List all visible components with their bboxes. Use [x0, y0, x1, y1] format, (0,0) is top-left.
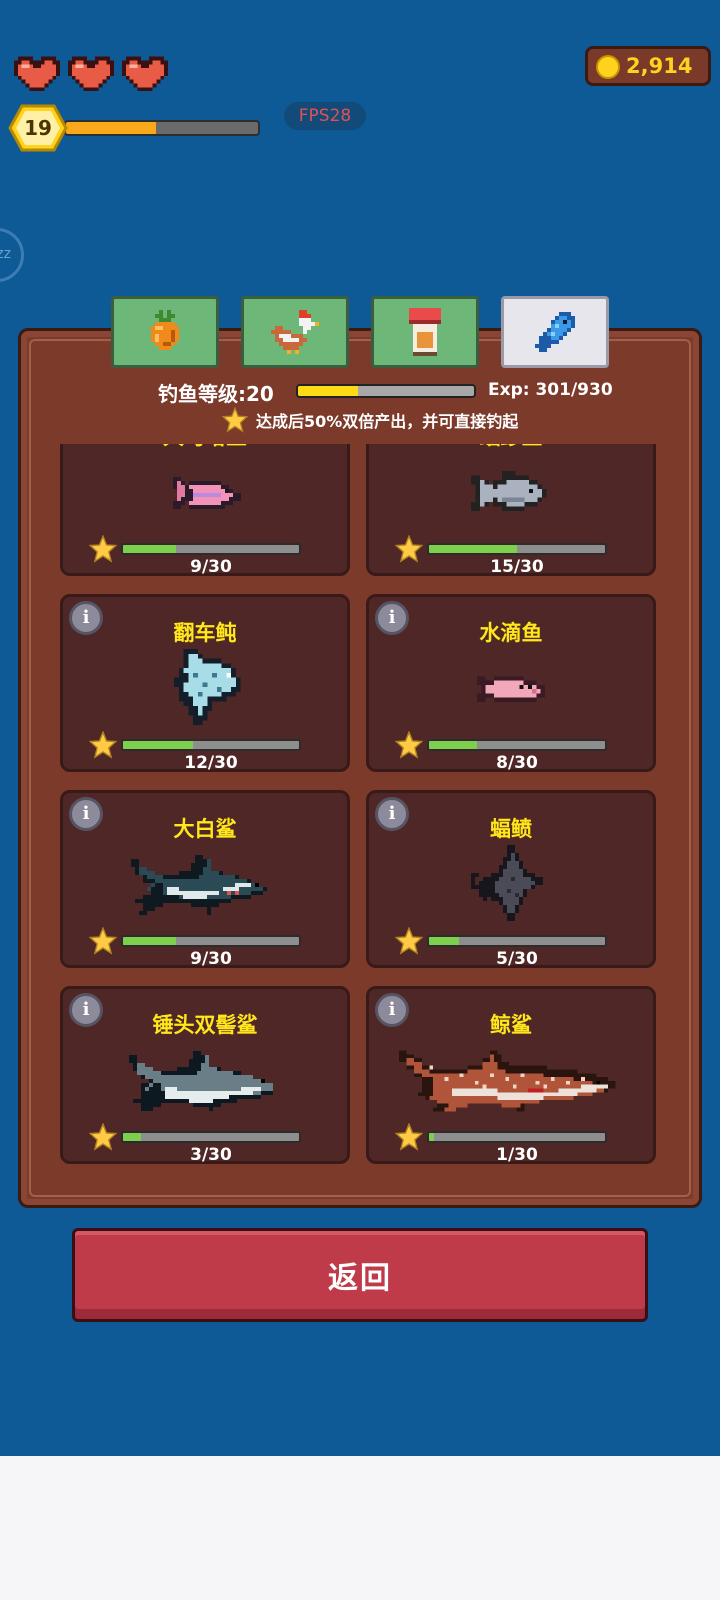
fishing-level-fill	[298, 386, 358, 396]
player-xp-bar	[64, 120, 260, 136]
salmon-icon	[93, 449, 317, 533]
back-button-label: 返回	[328, 1261, 392, 1296]
star-icon	[88, 534, 118, 567]
star-icon	[394, 926, 424, 959]
fish-name: 蝠鲼	[490, 817, 532, 841]
catch-progress-fill	[429, 1133, 435, 1141]
sleep-icon: zz	[0, 246, 11, 262]
fish-card[interactable]: i 蝠鲹鱼 15/30	[366, 444, 656, 577]
catch-progress-fill	[429, 545, 517, 553]
fish-card[interactable]: i 鲸鲨 1/30	[366, 986, 656, 1165]
catch-progress-fill	[429, 741, 477, 749]
tab-crops[interactable]	[111, 296, 219, 368]
star-icon	[88, 1122, 118, 1155]
manta-ray-icon	[399, 841, 623, 925]
bonus-text: 达成后50%双倍产出，并可直接钓起	[256, 412, 519, 431]
fish-icon	[535, 312, 575, 352]
fish-card[interactable]: i 锤头双髻鲨 3/30	[60, 986, 350, 1165]
back-button[interactable]: 返回	[72, 1228, 648, 1322]
fish-card[interactable]: i 蝠鲼 5/30	[366, 790, 656, 969]
tab-fish[interactable]	[501, 296, 609, 368]
fish-card[interactable]: i 大马哈鱼 9/30	[60, 444, 350, 577]
star-icon	[222, 407, 248, 433]
catch-progress-text: 12/30	[184, 753, 238, 773]
chicken-icon	[271, 310, 319, 354]
catch-progress-text: 3/30	[190, 1145, 232, 1165]
fish-name: 鲸鲨	[490, 1013, 532, 1037]
carrot-icon	[151, 310, 179, 350]
player-level-badge: 19	[8, 104, 68, 152]
player-xp-fill	[66, 122, 157, 134]
blobfish-icon	[399, 645, 623, 729]
grey-fish-icon	[399, 449, 623, 533]
fish-collection-grid[interactable]: i 大马哈鱼 9/30 i 蝠鲹鱼 15/30 i 翻车鲀 12/30 i 水滴…	[56, 444, 664, 1194]
fish-card[interactable]: i 大白鲨 9/30	[60, 790, 350, 969]
catch-progress-text: 9/30	[190, 557, 232, 577]
catch-progress-fill	[123, 545, 176, 553]
tab-jars[interactable]	[371, 296, 479, 368]
fish-card[interactable]: i 水滴鱼 8/30	[366, 594, 656, 773]
star-icon	[88, 730, 118, 763]
tab-animals[interactable]	[241, 296, 349, 368]
catch-progress-fill	[123, 1133, 141, 1141]
heart-icon	[14, 56, 60, 92]
heart-icon	[68, 56, 114, 92]
fish-name: 水滴鱼	[479, 621, 543, 645]
fishing-level-label: 钓鱼等级:20	[158, 382, 274, 406]
hammerhead-shark-icon	[93, 1037, 317, 1121]
bonus-info: 达成后50%双倍产出，并可直接钓起	[222, 406, 518, 434]
catch-progress-text: 15/30	[490, 557, 544, 577]
star-icon	[394, 1122, 424, 1155]
health-hearts	[14, 52, 168, 92]
fish-name: 锤头双髻鲨	[152, 1013, 258, 1037]
fish-name: 大白鲨	[173, 817, 237, 841]
catch-progress-text: 1/30	[496, 1145, 538, 1165]
catch-progress-bar	[427, 739, 607, 751]
star-icon	[394, 534, 424, 567]
great-white-shark-icon	[93, 841, 317, 925]
category-tabs	[111, 296, 609, 368]
heart-icon	[122, 56, 168, 92]
catch-progress-bar	[121, 935, 301, 947]
coin-counter: 2,914	[585, 46, 711, 86]
fps-counter: FPS28	[284, 102, 366, 130]
star-icon	[88, 926, 118, 959]
fish-card[interactable]: i 翻车鲀 12/30	[60, 594, 350, 773]
coin-icon	[596, 55, 620, 79]
catch-progress-bar	[121, 543, 301, 555]
game-scene: 19 FPS28 2,914 zz	[0, 0, 720, 1456]
catch-progress-text: 8/30	[496, 753, 538, 773]
fishing-level-row: 钓鱼等级:20 Exp: 301/930	[158, 378, 618, 406]
catch-progress-fill	[123, 937, 176, 945]
sunfish-icon	[93, 645, 317, 729]
catch-progress-bar	[121, 739, 301, 751]
whale-shark-icon	[399, 1037, 623, 1121]
catch-progress-bar	[427, 1131, 607, 1143]
jar-icon	[409, 308, 441, 356]
star-icon	[394, 730, 424, 763]
coin-amount: 2,914	[626, 54, 693, 78]
catch-progress-fill	[429, 937, 459, 945]
catch-progress-text: 9/30	[190, 949, 232, 969]
fish-name: 翻车鲀	[173, 621, 237, 645]
catch-progress-text: 5/30	[496, 949, 538, 969]
fishing-level-bar	[296, 384, 476, 398]
sleep-button[interactable]: zz	[0, 228, 24, 282]
catch-progress-fill	[123, 741, 194, 749]
catch-progress-bar	[427, 935, 607, 947]
fishing-exp-label: Exp: 301/930	[488, 380, 613, 400]
player-level-number: 19	[24, 116, 52, 140]
catch-progress-bar	[427, 543, 607, 555]
catch-progress-bar	[121, 1131, 301, 1143]
